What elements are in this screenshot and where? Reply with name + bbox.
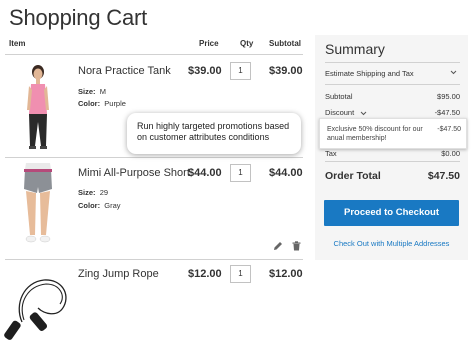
- discount-value: -$47.50: [434, 108, 460, 117]
- option-value: Purple: [104, 99, 126, 108]
- item-price: $39.00: [188, 65, 222, 77]
- tax-label: Tax: [325, 149, 337, 158]
- tax-value: $0.00: [441, 149, 460, 158]
- quantity-input[interactable]: 1: [230, 62, 251, 80]
- estimate-shipping-label: Estimate Shipping and Tax: [325, 69, 414, 78]
- option-label: Size:: [78, 188, 96, 197]
- option-size: Size: M: [78, 87, 106, 96]
- subtotal-label: Subtotal: [325, 92, 353, 101]
- option-size: Size: 29: [78, 188, 108, 197]
- option-value: Gray: [104, 201, 121, 210]
- option-label: Color:: [78, 201, 101, 210]
- column-header-item: Item: [9, 39, 26, 48]
- summary-divider: [325, 62, 460, 63]
- option-label: Color:: [78, 99, 101, 108]
- quantity-input[interactable]: 1: [230, 265, 251, 283]
- column-header-price: Price: [199, 39, 219, 48]
- product-image-tank[interactable]: [5, 62, 69, 150]
- order-total-label: Order Total: [325, 170, 381, 182]
- tooltip-text: Run highly targeted promotions based on …: [137, 121, 290, 142]
- chevron-down-icon: [450, 69, 457, 76]
- discount-detail-value: -$47.50: [437, 126, 461, 133]
- row-divider: [5, 157, 303, 158]
- option-color: Color: Purple: [78, 99, 126, 108]
- column-header-qty: Qty: [240, 39, 254, 48]
- subtotal-value: $95.00: [437, 92, 460, 101]
- item-subtotal: $12.00: [269, 268, 303, 280]
- option-color: Color: Gray: [78, 201, 121, 210]
- product-image-short[interactable]: [8, 163, 68, 249]
- item-subtotal: $39.00: [269, 65, 303, 77]
- trash-icon[interactable]: [292, 241, 301, 251]
- product-name[interactable]: Nora Practice Tank: [78, 65, 171, 77]
- summary-divider: [325, 161, 460, 162]
- discount-detail-box: Exclusive 50% discount for our anual mem…: [319, 118, 467, 149]
- column-header-subtotal: Subtotal: [269, 39, 301, 48]
- discount-toggle[interactable]: Discount: [325, 108, 367, 117]
- option-label: Size:: [78, 87, 96, 96]
- item-price: $12.00: [188, 268, 222, 280]
- item-subtotal: $44.00: [269, 167, 303, 179]
- estimate-shipping-toggle[interactable]: Estimate Shipping and Tax: [325, 69, 460, 81]
- discount-detail-text: Exclusive 50% discount for our anual mem…: [327, 126, 423, 142]
- row-divider: [5, 259, 303, 260]
- promotion-tooltip: Run highly targeted promotions based on …: [127, 113, 301, 154]
- summary-divider: [325, 84, 460, 85]
- option-value: 29: [99, 188, 109, 197]
- header-divider: [5, 54, 303, 55]
- proceed-to-checkout-button[interactable]: Proceed to Checkout: [324, 200, 459, 226]
- quantity-input[interactable]: 1: [230, 164, 251, 182]
- option-value: M: [99, 87, 106, 96]
- product-name[interactable]: Mimi All-Purpose Short: [78, 167, 190, 179]
- product-name[interactable]: Zing Jump Rope: [78, 268, 159, 280]
- discount-label: Discount: [325, 108, 355, 117]
- summary-title: Summary: [325, 41, 385, 57]
- chevron-down-icon: [360, 110, 367, 117]
- item-price: $44.00: [188, 167, 222, 179]
- multi-address-checkout-link[interactable]: Check Out with Multiple Addresses: [315, 239, 468, 248]
- order-total-value: $47.50: [427, 170, 460, 182]
- page-title: Shopping Cart: [9, 5, 148, 30]
- pencil-icon[interactable]: [273, 241, 283, 251]
- product-image-jump-rope[interactable]: [4, 274, 74, 340]
